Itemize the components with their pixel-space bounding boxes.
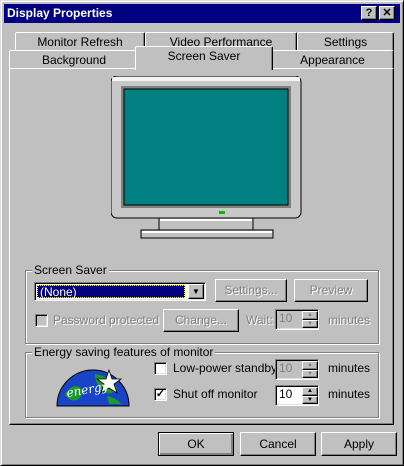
tab-background[interactable]: Background <box>9 50 139 70</box>
screen-saver-selected: (None) <box>37 285 185 299</box>
wait-unit: minutes <box>328 313 371 327</box>
tab-monitor-refresh[interactable]: Monitor Refresh <box>15 32 145 52</box>
tab-screen-saver[interactable]: Screen Saver <box>135 46 273 70</box>
close-button[interactable]: ✕ <box>379 6 395 20</box>
screen-saver-select[interactable]: (None) ▼ <box>34 282 206 301</box>
shut-off-spinner[interactable]: ▲ ▼ <box>302 387 318 404</box>
spin-up-icon[interactable]: ▲ <box>302 361 318 370</box>
checkmark-icon: ✓ <box>155 388 166 400</box>
spin-down-icon[interactable]: ▼ <box>302 369 318 378</box>
low-power-unit: minutes <box>328 361 371 375</box>
password-protected-label: Password protected <box>53 313 160 327</box>
close-icon: ✕ <box>382 7 392 19</box>
low-power-standby-checkbox[interactable] <box>154 362 167 375</box>
window-title: Display Properties <box>7 6 113 20</box>
tab-appearance[interactable]: Appearance <box>271 50 394 70</box>
shut-off-monitor-checkbox[interactable]: ✓ <box>154 388 167 401</box>
screen-saver-panel: Screen Saver (None) ▼ Settings... Previe… <box>9 68 394 425</box>
preview-button[interactable]: Preview <box>294 279 368 302</box>
tab-settings[interactable]: Settings <box>297 32 394 52</box>
chevron-down-icon: ▼ <box>192 287 200 296</box>
password-protected-checkbox[interactable] <box>35 314 48 327</box>
wait-spinner[interactable]: ▲ ▼ <box>302 311 318 328</box>
monitor-preview <box>111 76 302 239</box>
spin-down-icon[interactable]: ▼ <box>302 395 318 404</box>
wait-label: Wait: <box>246 313 273 327</box>
screen-saver-group-label: Screen Saver <box>32 263 109 277</box>
display-properties-window: Display Properties ? ✕ Monitor Refresh V… <box>0 0 404 466</box>
change-password-button[interactable]: Change... <box>163 309 239 332</box>
low-power-spinner[interactable]: ▲ ▼ <box>302 361 318 378</box>
shut-off-unit: minutes <box>328 387 371 401</box>
settings-button[interactable]: Settings... <box>215 279 287 302</box>
title-bar[interactable]: Display Properties ? ✕ <box>4 4 400 23</box>
energy-group-label: Energy saving features of monitor <box>32 345 216 359</box>
ok-button[interactable]: OK <box>158 432 234 456</box>
shut-off-monitor-label: Shut off monitor <box>173 387 258 401</box>
help-button[interactable]: ? <box>361 6 377 20</box>
dropdown-arrow-button[interactable]: ▼ <box>188 284 204 299</box>
spin-down-icon[interactable]: ▼ <box>302 319 318 328</box>
energy-star-logo: energy <box>56 368 130 407</box>
low-power-standby-label: Low-power standby <box>173 361 278 375</box>
spin-up-icon[interactable]: ▲ <box>302 311 318 320</box>
apply-button[interactable]: Apply <box>321 432 397 456</box>
cancel-button[interactable]: Cancel <box>240 432 316 456</box>
spin-up-icon[interactable]: ▲ <box>302 387 318 396</box>
